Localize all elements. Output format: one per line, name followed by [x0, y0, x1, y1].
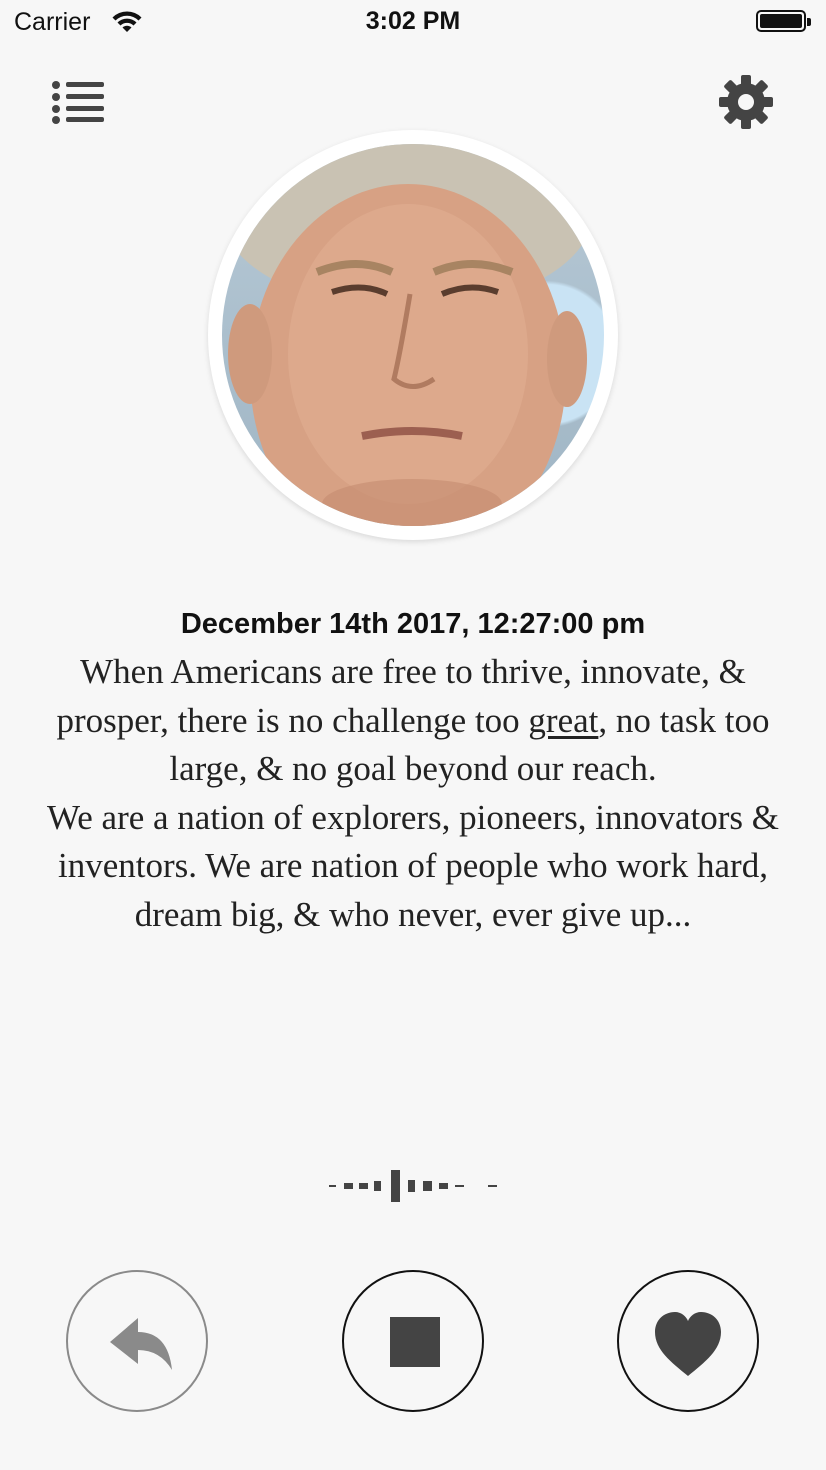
stop-button[interactable] — [342, 1270, 484, 1412]
profile-avatar-frame — [208, 130, 618, 540]
status-time: 3:02 PM — [365, 7, 461, 35]
post-timestamp: December 14th 2017, 12:27:00 pm — [180, 608, 646, 640]
gear-icon[interactable] — [716, 72, 776, 132]
reply-icon — [110, 1318, 172, 1370]
quote-text: When Americans are free to thrive, innov… — [30, 648, 796, 939]
quote-link-word[interactable]: great — [528, 701, 598, 740]
status-bar: Carrier 3:02 PM — [0, 0, 826, 44]
quote-part-3: We are a nation of explorers, pioneers, … — [47, 797, 779, 934]
like-button[interactable] — [617, 1270, 759, 1412]
stop-icon — [390, 1317, 440, 1367]
battery-icon — [756, 10, 811, 32]
list-menu-icon[interactable] — [50, 78, 108, 126]
audio-waveform — [326, 1166, 502, 1206]
reply-button[interactable] — [66, 1270, 208, 1412]
profile-avatar — [222, 144, 604, 526]
heart-icon — [655, 1312, 721, 1376]
